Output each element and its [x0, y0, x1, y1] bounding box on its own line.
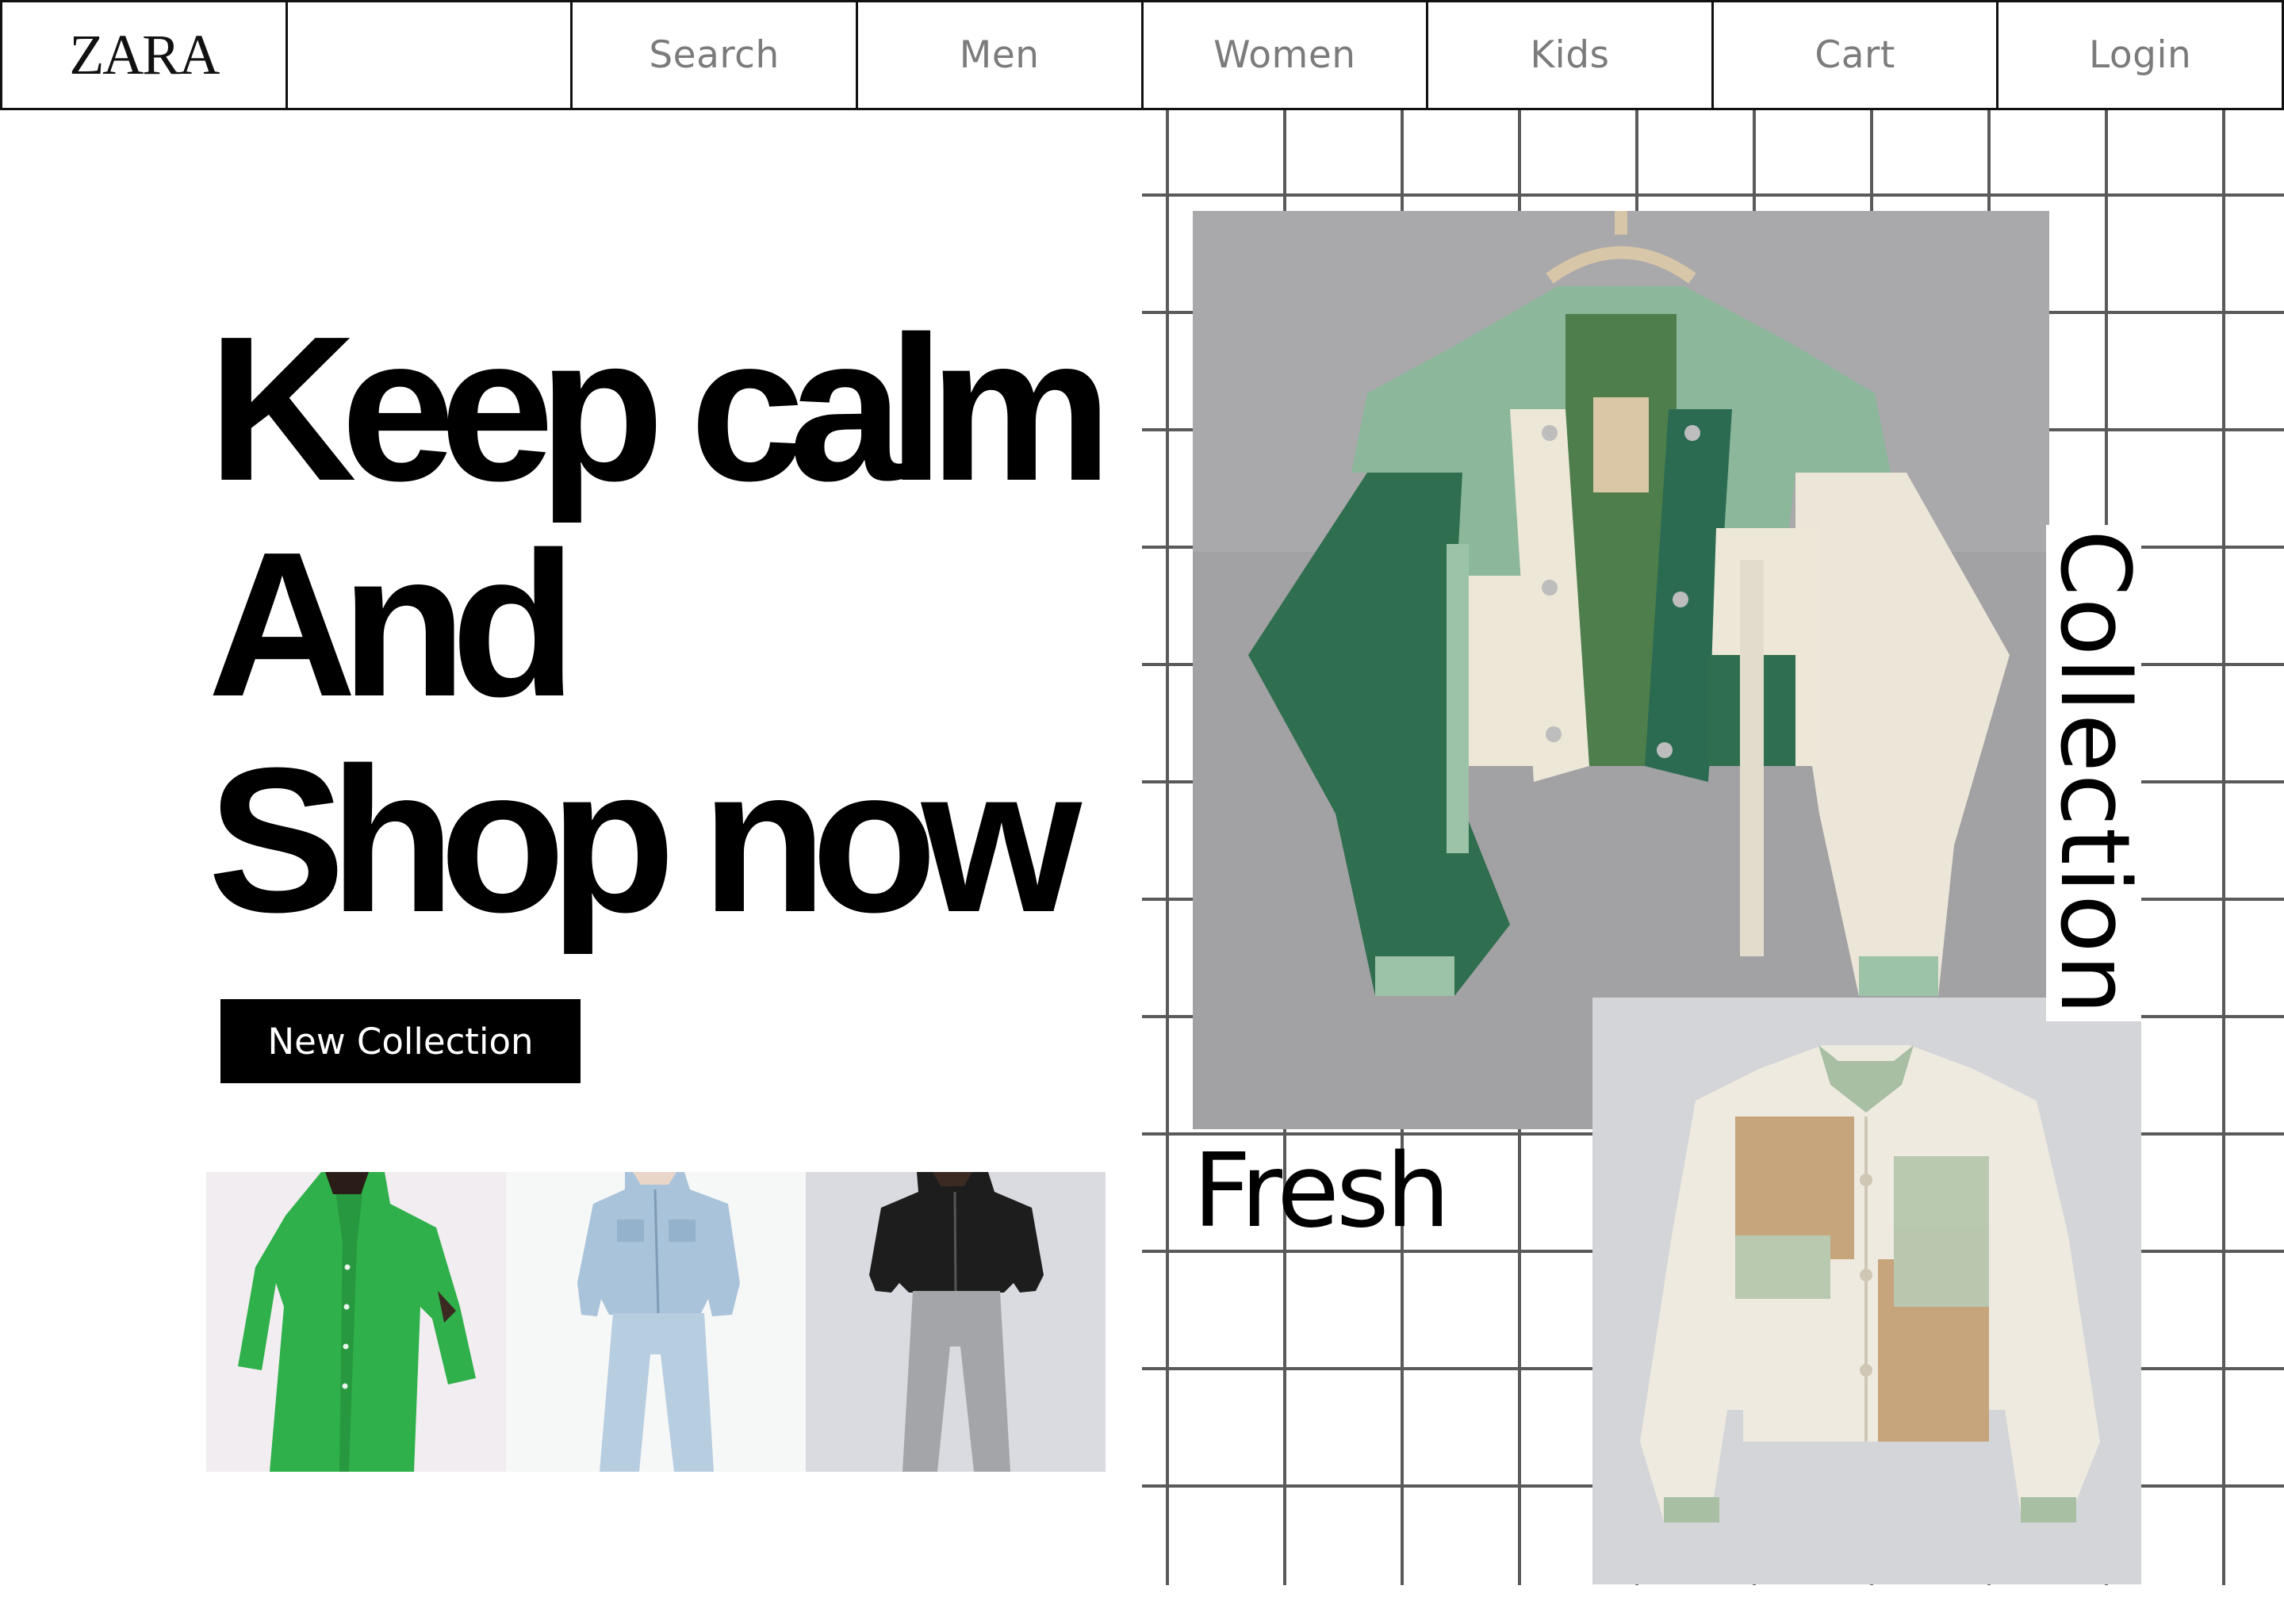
zara-logo[interactable]: ZARA [69, 22, 220, 88]
product-thumbnails [206, 1172, 1106, 1472]
denim-set-image [506, 1172, 806, 1472]
nav-empty-cell [288, 2, 573, 108]
headline-line-2: And [208, 510, 577, 740]
thumbnail-denim-set[interactable] [506, 1172, 806, 1472]
page: ZARA Search Men Women Kids Cart Login Ke… [0, 0, 2284, 1624]
collection-vertical-label: Collection [2039, 525, 2149, 1021]
headline-line-3: Shop now [208, 726, 1082, 956]
nav-kids[interactable]: Kids [1428, 2, 1714, 108]
nav-login[interactable]: Login [1998, 2, 2282, 108]
featured-jacket-cream[interactable] [1592, 998, 2141, 1584]
headline-line-1: Keep calm [208, 294, 1113, 524]
green-shirt-dress-image [206, 1172, 506, 1472]
nav-women[interactable]: Women [1144, 2, 1429, 108]
cream-patchwork-jacket-image [1592, 998, 2141, 1584]
logo-cell[interactable]: ZARA [2, 2, 288, 108]
new-collection-button[interactable]: New Collection [220, 999, 581, 1083]
top-navigation: ZARA Search Men Women Kids Cart Login [0, 0, 2284, 110]
featured-jacket-green[interactable] [1193, 211, 2049, 1129]
thumbnail-black-jacket[interactable] [806, 1172, 1106, 1472]
fresh-label: Fresh [1193, 1132, 1450, 1251]
green-patchwork-jacket-image [1193, 211, 2049, 1129]
black-jacket-jeans-image [806, 1172, 1106, 1472]
nav-search[interactable]: Search [573, 2, 858, 108]
nav-cart[interactable]: Cart [1714, 2, 1999, 108]
thumbnail-green-dress[interactable] [206, 1172, 506, 1472]
hero-headline: Keep calm And Shop now [208, 294, 1113, 956]
nav-men[interactable]: Men [858, 2, 1144, 108]
